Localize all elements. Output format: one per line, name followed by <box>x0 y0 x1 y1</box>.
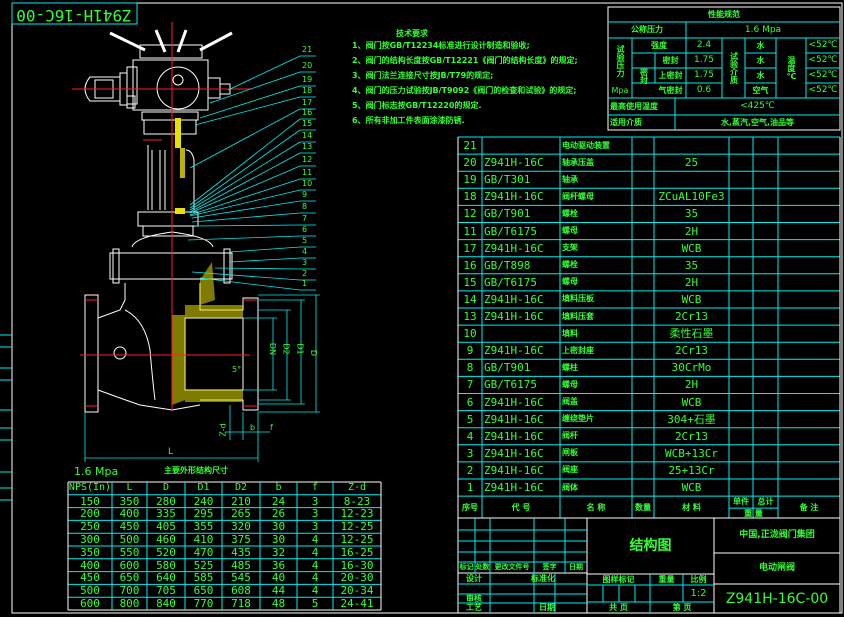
total-pages: 共 页 <box>609 602 628 612</box>
revision-header: 签字 <box>542 563 557 571</box>
company-name: 中国,正泷阀门集团 <box>739 530 815 540</box>
scale-label: 比例 <box>690 574 707 584</box>
standard-label: 标准化 <box>531 573 555 583</box>
revision-header: 日期 <box>569 563 583 571</box>
drawing-name: 结构图 <box>629 538 672 554</box>
process-label: 工艺 <box>466 603 482 612</box>
date-label: 日期 <box>539 603 555 612</box>
scale-value: 1:2 <box>690 587 707 599</box>
page-number: 第 页 <box>672 602 692 612</box>
review-label: 审核 <box>466 594 482 603</box>
drawing-number: Z941H-16C-00 <box>725 590 829 607</box>
revision-header: 更改文件号 <box>494 563 530 571</box>
revision-header: 标记 <box>459 563 474 571</box>
revision-header: 处数 <box>475 563 490 571</box>
drawing-mark-label: 图样标记 <box>602 574 635 584</box>
design-label: 设计 <box>466 573 482 583</box>
product-name: 电动闸阀 <box>758 563 795 573</box>
weight-label: 重量 <box>658 574 675 584</box>
